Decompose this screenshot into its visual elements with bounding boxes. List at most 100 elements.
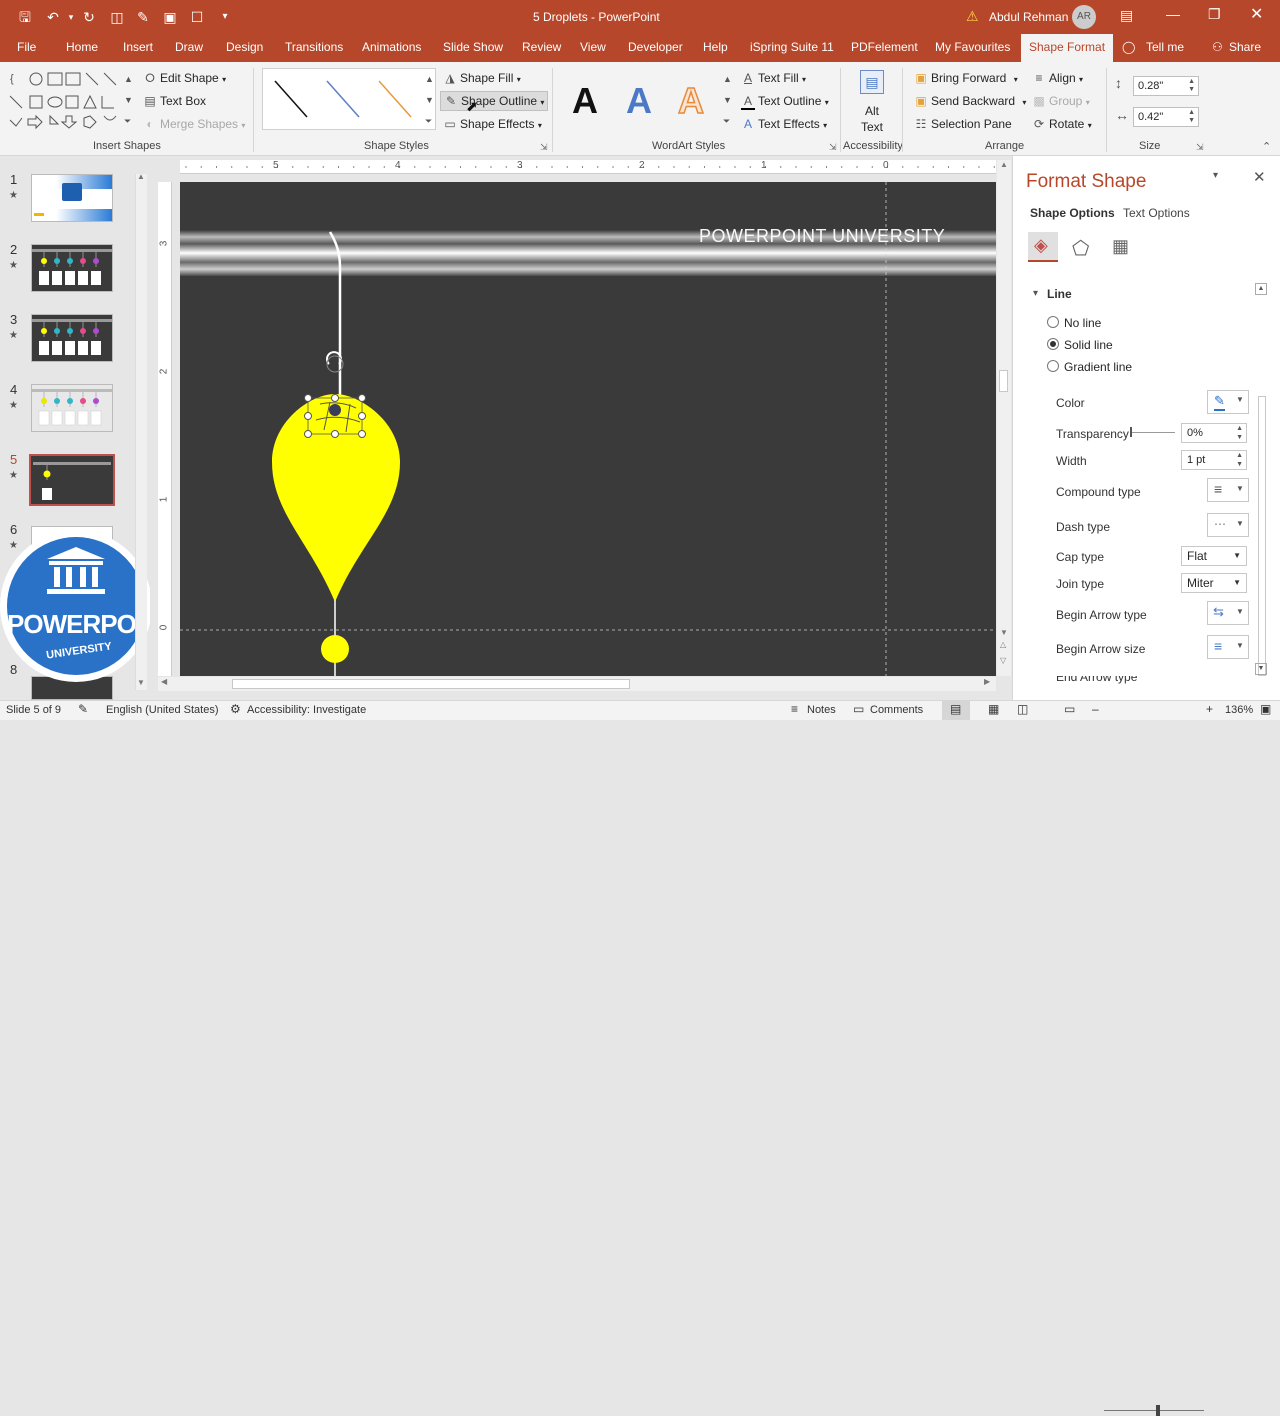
shapes-more-icon[interactable]: ⏷ bbox=[124, 116, 131, 127]
shape-effects-button[interactable]: ▭ Shape Effects ▾ bbox=[443, 117, 542, 131]
scroll-left-icon[interactable]: ◀ bbox=[161, 677, 167, 686]
line-color-picker[interactable]: ✎ ▼ bbox=[1207, 390, 1249, 414]
line-section-collapse-icon[interactable]: ▾ bbox=[1033, 288, 1038, 299]
rotate-button[interactable]: ⟳ Rotate ▾ bbox=[1032, 117, 1092, 131]
styles-scroll-up-icon[interactable]: ▲ bbox=[425, 74, 434, 84]
previous-slide-icon[interactable]: △ bbox=[1000, 640, 1006, 649]
scroll-right-icon[interactable]: ▶ bbox=[984, 677, 990, 686]
slide-thumbnail-3[interactable] bbox=[31, 314, 113, 362]
send-backward-button[interactable]: ▣ Send Backward ▾ bbox=[914, 94, 1026, 108]
begin-arrow-size-dropdown[interactable]: ≡ ▼ bbox=[1207, 635, 1249, 659]
effects-pentagon-icon[interactable]: ⬠ bbox=[1072, 236, 1089, 261]
slide-canvas[interactable]: POWERPOINT UNIVERSITY bbox=[180, 182, 996, 676]
wordart-blue-sample[interactable]: A bbox=[626, 80, 652, 122]
editor-horizontal-scrollbar[interactable]: ◀ ▶ bbox=[158, 677, 996, 691]
tab-text-options[interactable]: Text Options bbox=[1123, 206, 1190, 220]
transparency-slider-thumb[interactable] bbox=[1130, 427, 1132, 437]
comments-button[interactable]: Comments bbox=[870, 704, 923, 716]
text-outline-button[interactable]: A Text Outline ▾ bbox=[741, 94, 829, 110]
pane-scroll-up-icon[interactable]: ▲ bbox=[1255, 283, 1267, 295]
wordart-launcher-icon[interactable]: ⇲ bbox=[829, 142, 837, 153]
spinner-icon[interactable]: ▲ ▼ bbox=[1236, 424, 1243, 442]
editor-vertical-scrollbar[interactable]: ▲ ▼ △ ▽ bbox=[997, 160, 1011, 676]
cap-type-dropdown[interactable]: Flat ▼ bbox=[1181, 546, 1247, 566]
no-line-radio[interactable] bbox=[1047, 316, 1059, 328]
present-icon[interactable]: ◫ bbox=[108, 8, 126, 26]
tab-review[interactable]: Review bbox=[522, 40, 561, 54]
transparency-input[interactable]: 0% ▲ ▼ bbox=[1181, 423, 1247, 443]
styles-more-icon[interactable]: ⏷ bbox=[425, 116, 432, 127]
gradient-line-radio[interactable] bbox=[1047, 360, 1059, 372]
tab-transitions[interactable]: Transitions bbox=[285, 40, 343, 54]
solid-line-label[interactable]: Solid line bbox=[1064, 338, 1113, 352]
transparency-slider[interactable] bbox=[1131, 432, 1175, 433]
zoom-in-icon[interactable]: + bbox=[1206, 702, 1213, 716]
text-effects-button[interactable]: A Text Effects ▾ bbox=[741, 117, 827, 131]
notes-button[interactable]: Notes bbox=[807, 704, 836, 716]
normal-view-icon[interactable]: ▤ bbox=[950, 702, 961, 716]
begin-arrow-type-dropdown[interactable]: ⇆ ▼ bbox=[1207, 601, 1249, 625]
tab-view[interactable]: View bbox=[580, 40, 606, 54]
no-line-label[interactable]: No line bbox=[1064, 316, 1101, 330]
format-painter-icon[interactable]: ✎ bbox=[134, 8, 152, 26]
shape-styles-launcher-icon[interactable]: ⇲ bbox=[540, 142, 548, 153]
alt-text-button[interactable]: ▤ Alt Text bbox=[852, 68, 892, 134]
tab-developer[interactable]: Developer bbox=[628, 40, 683, 54]
ribbon-display-icon[interactable]: ▤ bbox=[1120, 7, 1133, 24]
shapes-scroll-up-icon[interactable]: ▲ bbox=[124, 74, 133, 84]
slide-thumbnail-2[interactable] bbox=[31, 244, 113, 292]
shape-fill-button[interactable]: ◮ Shape Fill ▾ bbox=[443, 71, 520, 85]
tab-file[interactable]: File bbox=[17, 40, 36, 54]
wordart-black-sample[interactable]: A bbox=[572, 80, 598, 122]
scroll-down-icon[interactable]: ▼ bbox=[1000, 628, 1008, 637]
join-type-dropdown[interactable]: Miter ▼ bbox=[1181, 573, 1247, 593]
wordart-scroll-up-icon[interactable]: ▲ bbox=[723, 74, 732, 84]
size-properties-icon[interactable]: ▦ bbox=[1112, 236, 1129, 257]
notes-icon[interactable]: ≡ bbox=[791, 702, 798, 716]
selection-pane-button[interactable]: ☷ Selection Pane bbox=[914, 117, 1012, 131]
wordart-orange-sample[interactable]: A bbox=[677, 79, 705, 122]
spelling-icon[interactable]: ✎ bbox=[78, 702, 88, 716]
merge-shapes-button[interactable]: ◐ Merge Shapes ▾ bbox=[143, 117, 245, 131]
tab-animations[interactable]: Animations bbox=[362, 40, 421, 54]
minimize-icon[interactable]: — bbox=[1166, 6, 1180, 22]
shape-outline-button[interactable]: ✎ Shape Outline ▾ bbox=[440, 91, 549, 111]
slide-thumbnail-4[interactable] bbox=[31, 384, 113, 432]
slide-thumbnail-1[interactable] bbox=[31, 174, 113, 222]
wordart-scroll-down-icon[interactable]: ▼ bbox=[723, 95, 732, 105]
tab-shape-format[interactable]: Shape Format bbox=[1021, 34, 1114, 62]
accessibility-status[interactable]: Accessibility: Investigate bbox=[247, 704, 366, 716]
tab-draw[interactable]: Draw bbox=[175, 40, 203, 54]
avatar[interactable]: AR bbox=[1072, 5, 1096, 29]
zoom-level[interactable]: 136% bbox=[1225, 704, 1253, 716]
tab-ispring[interactable]: iSpring Suite 11 bbox=[750, 40, 834, 54]
styles-scroll-down-icon[interactable]: ▼ bbox=[425, 95, 434, 105]
text-box-button[interactable]: ▤ Text Box bbox=[143, 94, 206, 108]
undo-icon[interactable]: ↶ bbox=[44, 8, 62, 26]
pane-options-chevron-icon[interactable]: ▾ bbox=[1213, 170, 1218, 181]
size-launcher-icon[interactable]: ⇲ bbox=[1196, 142, 1204, 153]
text-fill-button[interactable]: A Text Fill ▾ bbox=[741, 71, 806, 85]
shape-width-input[interactable]: 0.42" ▲ ▼ bbox=[1133, 107, 1199, 127]
zoom-out-icon[interactable]: – bbox=[1092, 702, 1099, 716]
shapes-scroll-down-icon[interactable]: ▼ bbox=[124, 95, 133, 105]
zoom-slider-thumb[interactable] bbox=[1156, 1405, 1160, 1416]
yellow-droplet[interactable] bbox=[272, 394, 400, 602]
scroll-thumb[interactable] bbox=[999, 370, 1008, 392]
slide-thumbnail-5[interactable] bbox=[29, 454, 115, 506]
gradient-line-label[interactable]: Gradient line bbox=[1064, 360, 1132, 374]
tab-slide-show[interactable]: Slide Show bbox=[443, 40, 503, 54]
edit-shape-button[interactable]: ⭘ Edit Shape ▾ bbox=[143, 71, 226, 86]
next-slide-icon[interactable]: ▽ bbox=[1000, 656, 1006, 665]
scroll-up-icon[interactable]: ▲ bbox=[1000, 160, 1008, 169]
tab-help[interactable]: Help bbox=[703, 40, 728, 54]
tab-shape-options[interactable]: Shape Options bbox=[1030, 206, 1115, 220]
thumbnail-scrollbar[interactable]: ▲ ▼ bbox=[135, 172, 147, 690]
language-indicator[interactable]: English (United States) bbox=[106, 704, 219, 716]
customize-qat-icon[interactable]: ▾ bbox=[216, 8, 234, 26]
print-preview-icon[interactable]: ☐ bbox=[188, 8, 206, 26]
shape-height-input[interactable]: 0.28" ▲ ▼ bbox=[1133, 76, 1199, 96]
screenshot-icon[interactable]: ▣ bbox=[161, 8, 179, 26]
spinner-icon[interactable]: ▲ ▼ bbox=[1236, 451, 1243, 469]
scroll-up-icon[interactable]: ▲ bbox=[137, 172, 145, 181]
